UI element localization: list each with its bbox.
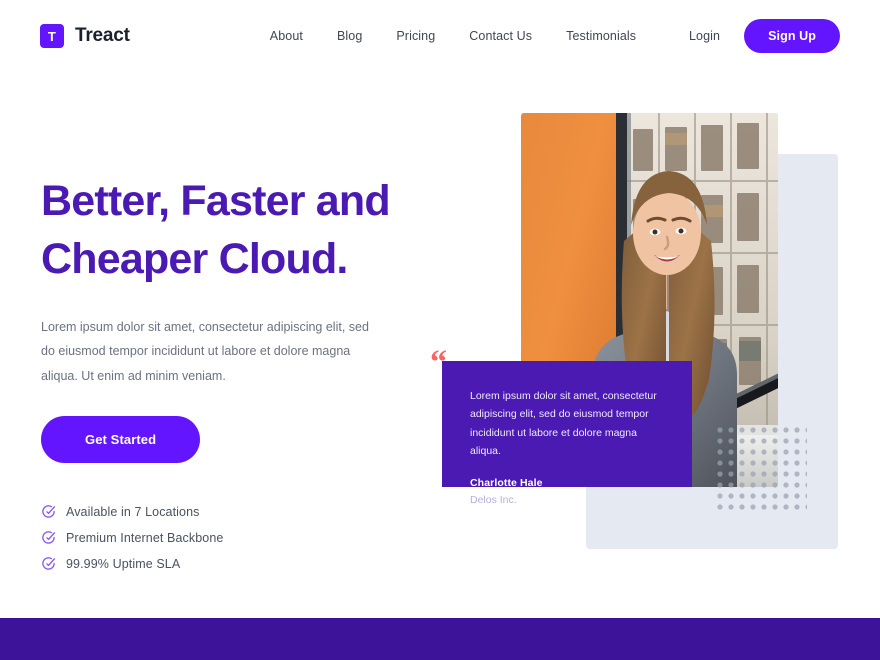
page-title-line-2: Cheaper Cloud.	[41, 235, 348, 284]
list-item: Premium Internet Backbone	[41, 530, 441, 545]
page-root: T Treact About Blog Pricing Contact Us T…	[0, 0, 880, 660]
brand-logo[interactable]: T Treact	[40, 24, 130, 48]
testimonial-card: “ Lorem ipsum dolor sit amet, consectetu…	[430, 346, 692, 506]
brand-name: Treact	[75, 25, 130, 46]
get-started-button[interactable]: Get Started	[41, 416, 201, 464]
testimonial-company: Delos Inc.	[470, 493, 517, 506]
page-title: Better, Faster and Cheaper Cloud.	[41, 172, 441, 289]
feature-label: Premium Internet Backbone	[66, 530, 224, 545]
page-title-line-1: Better, Faster and	[41, 177, 391, 225]
nav-link-pricing[interactable]: Pricing	[396, 29, 435, 43]
feature-list: Available in 7 Locations Premium Interne…	[41, 504, 441, 571]
feature-label: 99.99% Uptime SLA	[66, 556, 181, 571]
list-item: 99.99% Uptime SLA	[41, 556, 441, 571]
nav-actions: Login Sign Up	[689, 19, 840, 53]
logo-letter: T	[47, 28, 57, 44]
testimonial-text: Lorem ipsum dolor sit amet, consectetur …	[470, 390, 657, 458]
hero-left-column: Better, Faster and Cheaper Cloud. Lorem …	[41, 172, 441, 571]
nav-link-blog[interactable]: Blog	[337, 29, 362, 43]
quote-icon: “	[430, 344, 447, 381]
feature-label: Available in 7 Locations	[66, 504, 200, 519]
signup-button[interactable]: Sign Up	[744, 19, 840, 53]
hero-right-column: “ Lorem ipsum dolor sit amet, consectetu…	[430, 113, 861, 553]
check-circle-icon	[41, 556, 56, 571]
dots-pattern-decoration	[717, 427, 807, 511]
login-link[interactable]: Login	[689, 29, 720, 43]
nav-link-testimonials[interactable]: Testimonials	[566, 29, 636, 43]
check-circle-icon	[41, 504, 56, 519]
nav-link-about[interactable]: About	[270, 29, 303, 43]
hero-description: Lorem ipsum dolor sit amet, consectetur …	[41, 319, 369, 383]
nav-link-contact-us[interactable]: Contact Us	[469, 29, 532, 43]
check-circle-icon	[41, 530, 56, 545]
testimonial-author: Charlotte Hale	[470, 476, 543, 489]
bottom-section-band	[0, 618, 880, 660]
list-item: Available in 7 Locations	[41, 504, 441, 519]
navbar: T Treact About Blog Pricing Contact Us T…	[0, 0, 880, 72]
logo-icon: T	[40, 24, 64, 48]
primary-nav: About Blog Pricing Contact Us Testimonia…	[270, 29, 636, 43]
